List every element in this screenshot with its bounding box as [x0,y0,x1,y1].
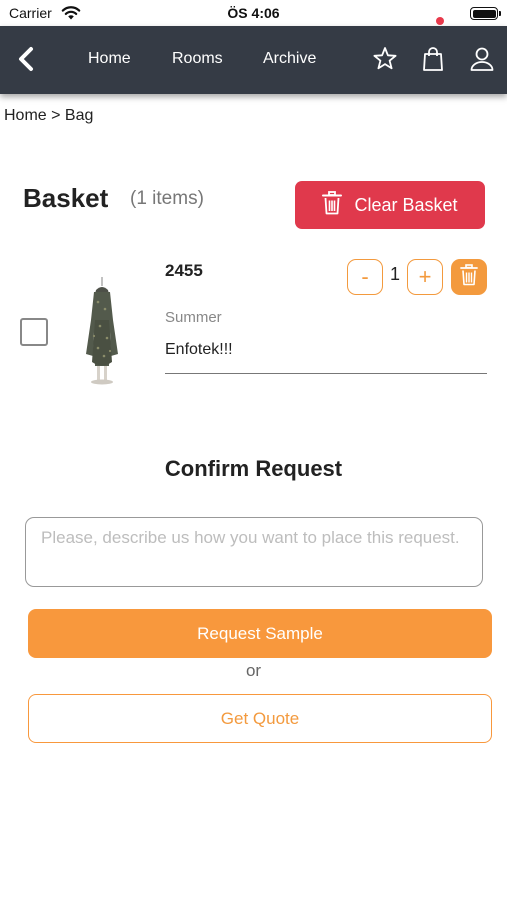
remove-item-button[interactable] [451,259,487,295]
status-bar: Carrier ÖS 4:06 [0,0,507,26]
item-season: Summer [165,309,222,326]
item-code: 2455 [165,261,203,280]
star-icon[interactable] [371,44,399,74]
status-time: ÖS 4:06 [227,5,280,21]
bag-badge [436,17,444,25]
trash-icon [322,190,354,220]
quantity-decrease-button[interactable]: - [347,259,383,295]
shopping-bag-icon[interactable] [419,44,447,74]
get-quote-button[interactable]: Get Quote [28,694,492,743]
user-icon[interactable] [468,44,496,74]
breadcrumb[interactable]: Home > Bag [4,107,93,125]
basket-item-count: (1 items) [130,188,204,209]
quantity-value: 1 [389,264,400,284]
request-sample-button[interactable]: Request Sample [28,609,492,658]
nav-bar: Home Rooms Archive [0,26,507,94]
nav-home-link[interactable]: Home [88,50,131,68]
clear-basket-button[interactable]: Clear Basket [295,181,485,229]
product-image[interactable] [74,276,130,388]
item-note-field[interactable]: Enfotek!!! [165,341,487,374]
confirm-request-title: Confirm Request [164,456,343,481]
back-chevron-icon[interactable] [14,45,40,73]
request-description-input[interactable] [25,517,483,587]
or-separator: or [245,661,262,680]
item-select-checkbox[interactable] [20,318,48,346]
battery-icon [470,7,501,20]
nav-rooms-link[interactable]: Rooms [172,50,223,68]
basket-title: Basket [23,183,109,213]
trash-icon [460,263,478,291]
nav-archive-link[interactable]: Archive [263,50,316,68]
quantity-increase-button[interactable]: + [407,259,443,295]
clear-basket-label: Clear Basket [354,194,458,215]
